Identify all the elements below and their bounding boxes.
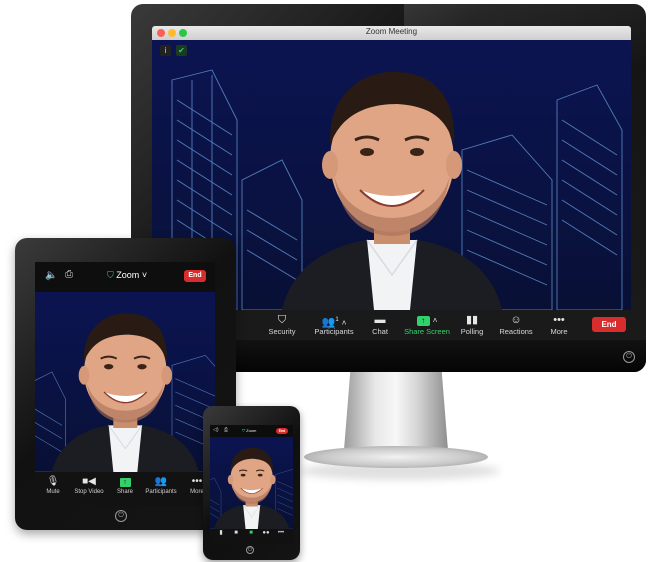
tablet-toolbar: 🎙 Mute ■◀ Stop Video ↑ Share 👥 Participa…: [35, 472, 215, 506]
phone-share-button[interactable]: ■: [244, 530, 258, 537]
phone-meeting-name[interactable]: ⛉ Zoom: [242, 428, 256, 433]
microphone-icon: 🎙: [46, 476, 60, 487]
video-camera-icon: ■◀: [82, 476, 96, 487]
tablet-participants-button[interactable]: 👥 Participants: [143, 475, 179, 495]
speaker-icon[interactable]: 🔈: [45, 270, 57, 281]
end-meeting-button[interactable]: End: [592, 317, 626, 332]
camera-switch-icon[interactable]: ⎙: [65, 269, 73, 280]
phone-top-bar: ◁) ⎙ ⛉ Zoom End: [210, 425, 293, 437]
participants-icon: ●●: [262, 530, 270, 536]
window-title: Zoom Meeting: [365, 27, 418, 36]
monitor-stand: [344, 372, 448, 450]
chevron-up-icon: ˄: [432, 316, 438, 325]
phone-mute-button[interactable]: ▮: [214, 530, 228, 537]
chevron-down-icon: ˅: [141, 270, 148, 280]
more-icon: •••: [277, 530, 285, 536]
meeting-name-dropdown[interactable]: ⛉ Zoom ˅: [107, 270, 147, 281]
microphone-icon: ▮: [219, 530, 223, 536]
phone-participants-button[interactable]: ●●: [259, 530, 273, 537]
encryption-shield-icon[interactable]: ✔: [176, 45, 187, 56]
phone-video-feed: [210, 437, 293, 529]
window-titlebar: Zoom Meeting: [152, 26, 631, 40]
phone-more-button[interactable]: •••: [274, 530, 288, 537]
toolbar-more-button[interactable]: ••• More: [529, 313, 589, 336]
phone-end-button[interactable]: End: [276, 428, 288, 434]
power-icon[interactable]: ⏻: [623, 351, 635, 363]
phone-video-button[interactable]: ■: [229, 530, 243, 537]
tablet-share-button[interactable]: ↑ Share: [107, 475, 143, 495]
tablet-top-bar: 🔈 ⎙ ⛉ Zoom ˅ End: [35, 262, 215, 292]
monitor-stand-base: [304, 446, 488, 468]
speaker-icon[interactable]: ◁): [213, 427, 219, 433]
info-icon[interactable]: i: [160, 45, 171, 56]
phone-toolbar: ▮ ■ ■ ●● •••: [210, 529, 293, 543]
tablet-video-feed: [35, 292, 215, 472]
video-camera-icon: ■: [234, 530, 238, 536]
participants-icon: 👥: [154, 476, 168, 487]
tablet-stop-video-button[interactable]: ■◀ Stop Video: [71, 475, 107, 495]
shield-icon: ⛉: [242, 428, 245, 433]
tablet-home-button[interactable]: ⏻: [115, 510, 127, 522]
tablet-mute-button[interactable]: 🎙 Mute: [35, 475, 71, 495]
tablet-end-button[interactable]: End: [184, 270, 206, 282]
shield-icon: ⛉: [107, 270, 114, 280]
share-icon: ↑: [107, 475, 143, 489]
share-icon: ■: [249, 530, 253, 536]
more-icon: •••: [553, 314, 565, 326]
camera-switch-icon[interactable]: ⎙: [224, 427, 228, 433]
phone-home-button[interactable]: ⏻: [246, 546, 254, 554]
